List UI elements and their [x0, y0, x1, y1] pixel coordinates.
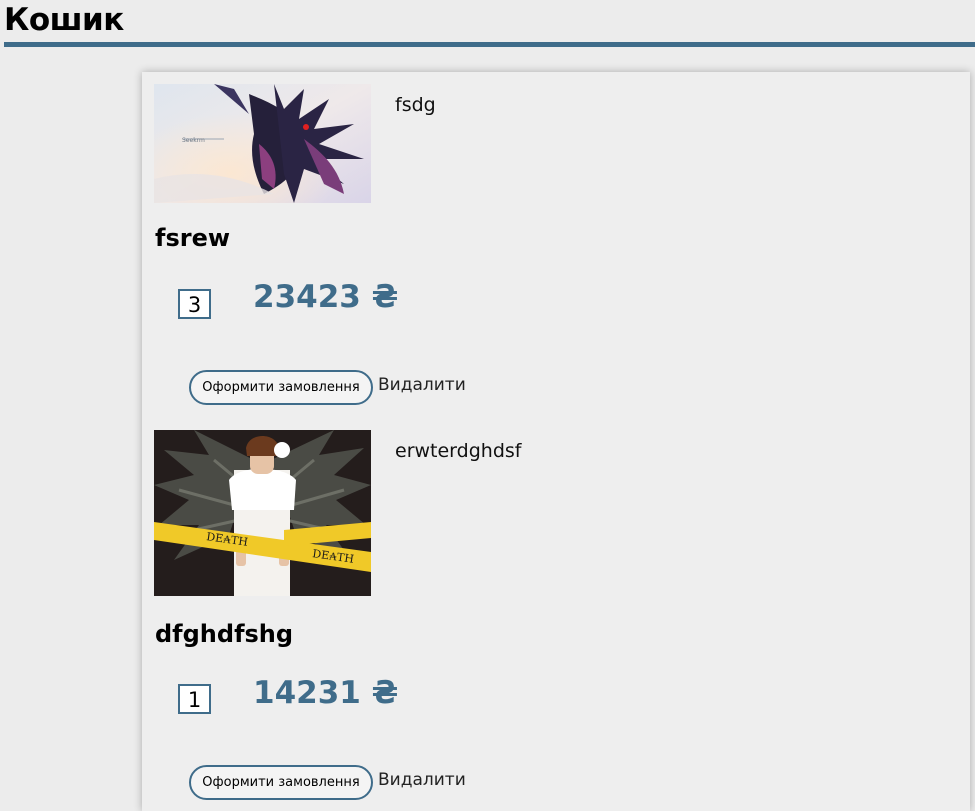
remove-item-link[interactable]: Видалити	[378, 770, 466, 790]
product-title: fsrew	[155, 224, 231, 252]
page-title: Кошик	[4, 2, 124, 38]
quantity-field[interactable]: 3	[178, 289, 211, 319]
product-description: fsdg	[395, 94, 436, 116]
page-header: Кошик	[4, 0, 975, 47]
product-title: dfghdfshg	[155, 620, 294, 648]
quantity-field[interactable]: 1	[178, 684, 211, 714]
svg-text:Seekrm: Seekrm	[182, 137, 205, 144]
product-image: Seekrm	[154, 84, 371, 203]
place-order-button[interactable]: Оформити замовлення	[189, 370, 373, 405]
product-price: 14231 ₴	[253, 675, 399, 711]
cart-panel: Seekrm fsdg fsrew 3 23423 ₴ Оформити зам…	[142, 72, 970, 811]
product-image: DE₳TH DE₳TH	[154, 430, 371, 596]
remove-item-link[interactable]: Видалити	[378, 375, 466, 395]
product-description: erwterdghdsf	[395, 440, 522, 462]
place-order-button[interactable]: Оформити замовлення	[189, 765, 373, 800]
product-price: 23423 ₴	[253, 279, 399, 315]
